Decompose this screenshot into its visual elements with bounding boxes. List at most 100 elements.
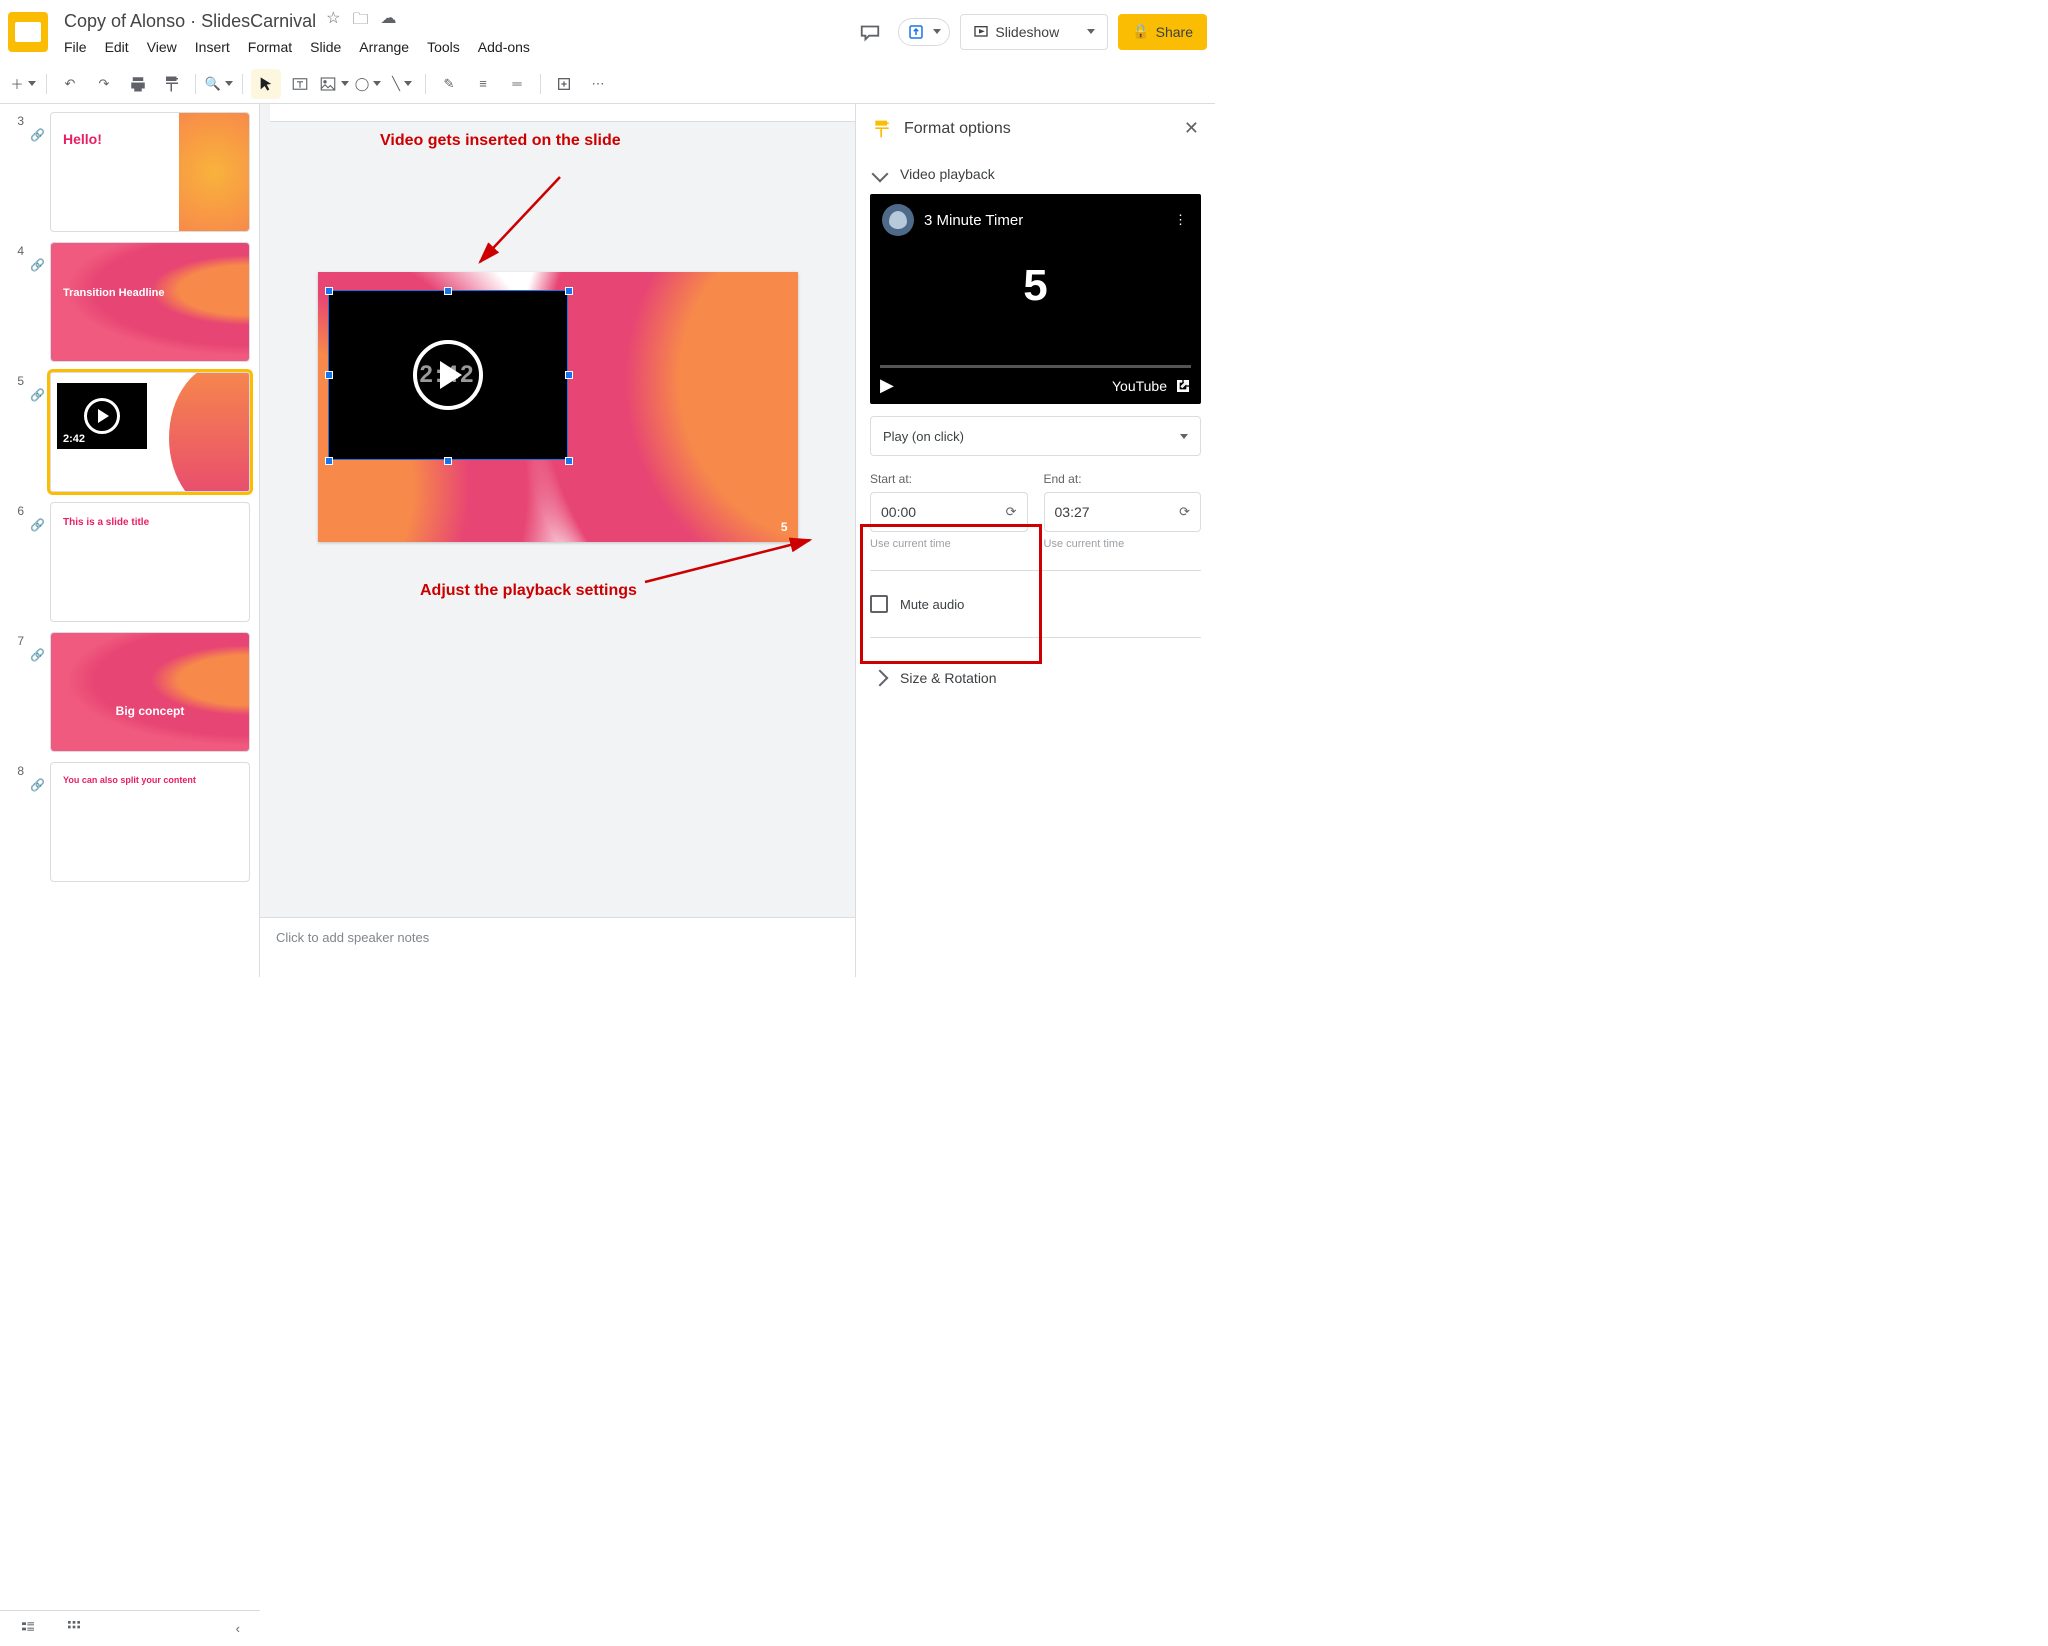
chevron-down-icon — [872, 166, 889, 183]
close-icon[interactable]: ✕ — [1184, 118, 1199, 139]
format-options-button[interactable] — [549, 69, 579, 99]
line-tool[interactable]: ╲ — [387, 69, 417, 99]
resize-handle[interactable] — [325, 287, 333, 295]
speaker-notes[interactable]: Click to add speaker notes — [260, 917, 855, 977]
resize-handle[interactable] — [565, 371, 573, 379]
panel-header: Format options ✕ — [856, 104, 1215, 154]
end-time-input-wrap[interactable]: ⟳ — [1044, 492, 1202, 532]
resize-handle[interactable] — [325, 371, 333, 379]
video-preview[interactable]: 3 Minute Timer ⋮ 5 ▶ YouTube — [870, 194, 1201, 404]
section-label: Size & Rotation — [900, 670, 997, 686]
document-title[interactable]: Copy of Alonso · SlidesCarnival — [64, 11, 316, 32]
thumbnail-item[interactable]: 5 🔗 2:42 — [4, 372, 255, 492]
border-dash-tool[interactable]: ═ — [502, 69, 532, 99]
play-icon[interactable] — [413, 340, 483, 410]
inserted-video[interactable]: 2:42 — [328, 290, 568, 460]
chevron-down-icon — [1180, 434, 1188, 439]
panel-body: Video playback 3 Minute Timer ⋮ 5 ▶ YouT… — [856, 154, 1215, 977]
menu-arrange[interactable]: Arrange — [359, 39, 409, 55]
top-actions: Slideshow 🔒 Share — [852, 14, 1207, 50]
annotation-highlight-box — [860, 524, 1042, 664]
resize-handle[interactable] — [565, 457, 573, 465]
move-icon[interactable]: 🗀 — [352, 8, 368, 35]
menu-insert[interactable]: Insert — [195, 39, 230, 55]
menu-view[interactable]: View — [147, 39, 177, 55]
thumbnail-preview[interactable]: Big concept — [50, 632, 250, 752]
speaker-notes-placeholder: Click to add speaker notes — [276, 930, 429, 945]
play-mode-value: Play (on click) — [883, 429, 964, 444]
thumbnail-item[interactable]: 8 🔗 You can also split your content — [4, 762, 255, 882]
star-icon[interactable]: ☆ — [326, 8, 340, 35]
slideshow-dropdown[interactable] — [1071, 15, 1107, 49]
thumbnail-item[interactable]: 7 🔗 Big concept — [4, 632, 255, 752]
menu-bar: File Edit View Insert Format Slide Arran… — [64, 39, 852, 55]
kebab-menu-icon[interactable]: ⋮ — [1174, 212, 1189, 228]
thumbnail-preview[interactable]: Transition Headline — [50, 242, 250, 362]
view-mode-bar: ‹ — [0, 1610, 260, 1646]
section-size-rotation[interactable]: Size & Rotation — [870, 658, 1201, 698]
thumbnail-preview[interactable]: Hello! — [50, 112, 250, 232]
section-video-playback[interactable]: Video playback — [870, 154, 1201, 194]
comments-icon[interactable] — [852, 14, 888, 50]
thumbnail-item[interactable]: 3 🔗 Hello! — [4, 112, 255, 232]
video-play-icon[interactable]: ▶ — [880, 375, 894, 396]
link-icon: 🔗 — [30, 112, 44, 232]
refresh-icon[interactable]: ⟳ — [1179, 504, 1190, 520]
grid-view-icon[interactable] — [66, 1619, 82, 1638]
resize-handle[interactable] — [444, 457, 452, 465]
redo-button[interactable]: ↷ — [89, 69, 119, 99]
youtube-logo[interactable]: YouTube — [1112, 378, 1191, 394]
start-time-input[interactable] — [881, 504, 941, 520]
format-options-panel: Format options ✕ Video playback 3 Minute… — [855, 104, 1215, 977]
share-button[interactable]: 🔒 Share — [1118, 14, 1207, 50]
select-tool[interactable] — [251, 69, 281, 99]
use-current-time-hint[interactable]: Use current time — [1044, 538, 1202, 550]
undo-button[interactable]: ↶ — [55, 69, 85, 99]
end-time-input[interactable] — [1055, 504, 1115, 520]
thumbnail-preview-selected[interactable]: 2:42 — [50, 372, 250, 492]
video-title: 3 Minute Timer — [924, 212, 1164, 229]
thumbnail-title: Big concept — [116, 704, 185, 718]
resize-handle[interactable] — [565, 287, 573, 295]
resize-handle[interactable] — [444, 287, 452, 295]
thumbnail-number: 8 — [4, 762, 24, 882]
refresh-icon[interactable]: ⟳ — [1006, 504, 1017, 520]
slide[interactable]: 5 2:42 — [318, 272, 798, 542]
print-button[interactable] — [123, 69, 153, 99]
main-area: 3 🔗 Hello! 4 🔗 Transition Headline 5 🔗 — [0, 104, 1215, 977]
collapse-filmstrip-icon[interactable]: ‹ — [236, 1621, 240, 1636]
zoom-button[interactable]: 🔍 — [204, 69, 234, 99]
thumbnail-preview[interactable]: You can also split your content — [50, 762, 250, 882]
slides-app-icon[interactable] — [8, 12, 48, 52]
shape-tool[interactable]: ◯ — [353, 69, 383, 99]
thumbnail-item[interactable]: 6 🔗 This is a slide title — [4, 502, 255, 622]
thumbnail-preview[interactable]: This is a slide title — [50, 502, 250, 622]
textbox-tool[interactable] — [285, 69, 315, 99]
annotation-text-bottom: Adjust the playback settings — [420, 582, 660, 600]
link-icon: 🔗 — [30, 762, 44, 882]
thumbnail-item[interactable]: 4 🔗 Transition Headline — [4, 242, 255, 362]
pen-color-tool[interactable]: ✎ — [434, 69, 464, 99]
play-mode-dropdown[interactable]: Play (on click) — [870, 416, 1201, 456]
menu-slide[interactable]: Slide — [310, 39, 341, 55]
cloud-status-icon[interactable]: ☁ — [380, 8, 396, 35]
menu-edit[interactable]: Edit — [105, 39, 129, 55]
filmstrip-view-icon[interactable] — [20, 1619, 36, 1638]
paint-format-button[interactable] — [157, 69, 187, 99]
new-slide-button[interactable]: ＋ — [8, 69, 38, 99]
thumbnail-title: Transition Headline — [63, 287, 164, 299]
border-weight-tool[interactable]: ≡ — [468, 69, 498, 99]
menu-format[interactable]: Format — [248, 39, 292, 55]
image-tool[interactable] — [319, 69, 349, 99]
thumbnail-strip[interactable]: 3 🔗 Hello! 4 🔗 Transition Headline 5 🔗 — [0, 104, 260, 977]
format-options-icon — [872, 119, 892, 139]
menu-addons[interactable]: Add-ons — [478, 39, 530, 55]
menu-tools[interactable]: Tools — [427, 39, 460, 55]
slideshow-button[interactable]: Slideshow — [961, 15, 1071, 49]
slide-canvas[interactable]: Video gets inserted on the slide 5 2:42 — [260, 122, 855, 917]
menu-file[interactable]: File — [64, 39, 87, 55]
more-tools-button[interactable]: ⋯ — [583, 69, 613, 99]
resize-handle[interactable] — [325, 457, 333, 465]
present-integration-button[interactable] — [898, 18, 950, 46]
link-icon: 🔗 — [30, 632, 44, 752]
